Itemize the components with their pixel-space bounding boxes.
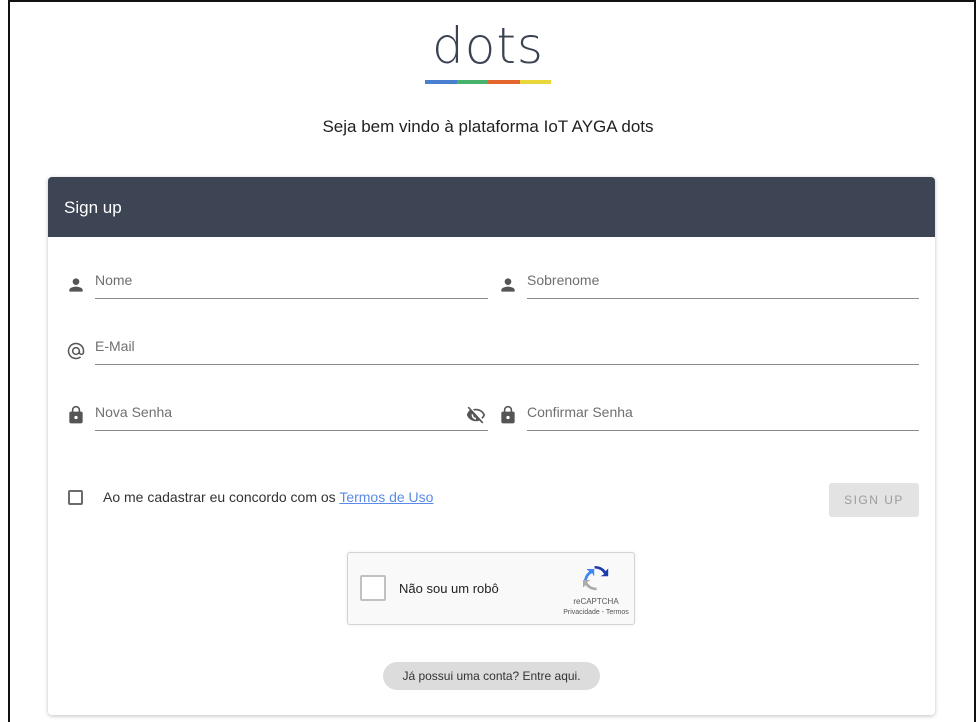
eye-off-icon[interactable] (466, 405, 486, 425)
email-placeholder: E-Mail (95, 338, 135, 354)
first-name-input[interactable]: Nome (95, 263, 488, 299)
recaptcha-brand: reCAPTCHA (573, 597, 619, 606)
card-header: Sign up (48, 177, 935, 237)
logo-stripe-green (456, 80, 488, 84)
signup-card: Sign up Nome Sobrenome E-Mail Nova Senha… (48, 177, 935, 715)
terms-link[interactable]: Termos de Uso (339, 489, 433, 505)
logo-stripe-yellow (519, 80, 551, 84)
terms-text: Ao me cadastrar eu concordo com os (103, 489, 340, 505)
signup-button[interactable]: SIGN UP (829, 483, 919, 517)
last-name-placeholder: Sobrenome (527, 272, 600, 288)
recaptcha-widget: Não sou um robô reCAPTCHA Privacidade - … (347, 552, 635, 625)
logo-stripe (425, 80, 551, 84)
last-name-input[interactable]: Sobrenome (527, 263, 919, 299)
dots-logo: dots (425, 18, 551, 86)
first-name-placeholder: Nome (95, 272, 133, 288)
new-password-input[interactable]: Nova Senha (95, 395, 488, 431)
logo-text: dots (432, 17, 544, 75)
recaptcha-checkbox[interactable] (360, 575, 386, 601)
person-icon (498, 275, 518, 295)
terms-checkbox[interactable] (68, 490, 83, 505)
login-link-button[interactable]: Já possui uma conta? Entre aqui. (383, 662, 600, 690)
terms-label: Ao me cadastrar eu concordo com os Termo… (103, 489, 433, 505)
recaptcha-links[interactable]: Privacidade - Termos (548, 609, 644, 616)
at-icon (66, 341, 86, 361)
recaptcha-logo-icon (581, 563, 613, 595)
recaptcha-label: Não sou um robô (399, 581, 499, 596)
confirm-password-input[interactable]: Confirmar Senha (527, 395, 919, 431)
logo-stripe-orange (488, 80, 520, 84)
person-icon (66, 275, 86, 295)
lock-icon (66, 405, 86, 425)
logo-stripe-blue (425, 80, 457, 84)
welcome-heading: Seja bem vindo à plataforma IoT AYGA dot… (322, 117, 654, 136)
card-title: Sign up (64, 198, 122, 217)
email-input[interactable]: E-Mail (95, 329, 919, 365)
lock-icon (498, 405, 518, 425)
new-password-placeholder: Nova Senha (95, 404, 173, 420)
confirm-password-placeholder: Confirmar Senha (527, 404, 633, 420)
